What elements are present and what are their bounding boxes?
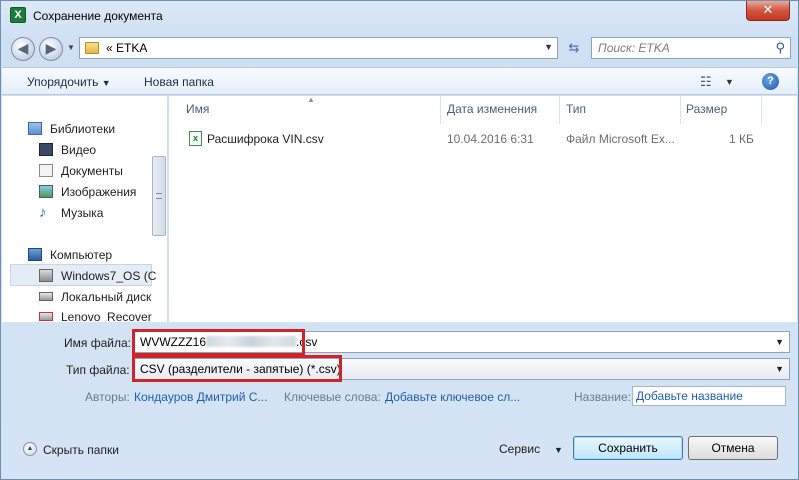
- documents-icon: [39, 164, 53, 177]
- organize-menu[interactable]: Упорядочить ▼: [27, 75, 111, 89]
- help-icon[interactable]: ?: [762, 73, 779, 90]
- save-dialog: X Сохранение документа ✕ ◀ ▶ ▼ « ETKA ▼ …: [0, 0, 799, 480]
- close-button[interactable]: ✕: [746, 1, 790, 21]
- column-header-name[interactable]: Имя: [186, 102, 209, 116]
- nav-label: Документы: [61, 164, 123, 178]
- hide-folders-label: Скрыть папки: [43, 443, 119, 457]
- title-field[interactable]: Добавьте название: [632, 386, 786, 406]
- folder-icon: [85, 42, 99, 54]
- nav-label: Windows7_OS (C: [61, 269, 157, 283]
- forward-button[interactable]: ▶: [39, 37, 63, 61]
- refresh-button[interactable]: ⇆: [562, 37, 586, 59]
- column-divider[interactable]: [680, 96, 681, 124]
- drive-icon: [39, 269, 53, 282]
- scroll-grip-icon: [156, 193, 162, 199]
- chevron-down-icon: ▼: [101, 78, 111, 88]
- authors-field[interactable]: Кондауров Дмитрий С...: [134, 390, 267, 404]
- recent-pages-dropdown[interactable]: ▼: [67, 43, 75, 52]
- column-header-date[interactable]: Дата изменения: [447, 102, 537, 116]
- keywords-field[interactable]: Добавьте ключевое сл...: [385, 390, 520, 404]
- column-header-type[interactable]: Тип: [566, 102, 586, 116]
- title-value: Добавьте название: [636, 389, 743, 403]
- filetype-dropdown-icon[interactable]: ▼: [775, 364, 784, 374]
- search-icon[interactable]: ⚲: [775, 40, 785, 56]
- nav-label: Музыка: [61, 206, 104, 220]
- column-divider[interactable]: [440, 96, 441, 124]
- command-bar: Упорядочить ▼ Новая папка ☷ ▼ ?: [2, 67, 797, 95]
- address-bar[interactable]: « ETKA ▼: [79, 37, 558, 59]
- navigation-pane: Библиотеки Видео Документы Изображения ♪…: [2, 96, 168, 322]
- back-arrow-icon: ◀: [17, 40, 29, 56]
- nav-label: Библиотеки: [50, 122, 116, 136]
- pictures-icon: [39, 185, 53, 198]
- path-segment[interactable]: ETKA: [116, 41, 147, 55]
- nav-item-windows7-os[interactable]: Windows7_OS (C: [10, 264, 156, 286]
- nav-label: Видео: [61, 143, 97, 157]
- file-name[interactable]: Расшифрока VIN.csv: [207, 132, 324, 146]
- sort-ascending-icon: ▲: [307, 95, 315, 104]
- view-options-icon[interactable]: ☷: [700, 74, 712, 90]
- window-title: Сохранение документа: [33, 9, 163, 23]
- nav-label: Изображения: [61, 185, 137, 199]
- view-dropdown-icon[interactable]: ▼: [725, 77, 734, 87]
- nav-label: Компьютер: [50, 248, 113, 262]
- search-input[interactable]: Поиск: ETKA ⚲: [591, 37, 791, 59]
- csv-file-icon: x: [189, 131, 202, 146]
- column-divider[interactable]: [761, 96, 762, 124]
- drive-icon: [39, 312, 53, 321]
- cancel-button[interactable]: Отмена: [688, 436, 778, 460]
- save-button[interactable]: Сохранить: [573, 436, 683, 460]
- search-placeholder: Поиск: ETKA: [598, 41, 670, 55]
- filename-highlight-box: [132, 329, 305, 356]
- nav-label: Локальный диск: [61, 290, 152, 304]
- filename-label: Имя файла:: [64, 336, 131, 350]
- authors-label: Авторы:: [85, 390, 130, 404]
- back-button[interactable]: ◀: [11, 37, 35, 61]
- filetype-label: Тип файла:: [66, 363, 130, 377]
- computer-icon: [28, 248, 42, 261]
- title-label: Название:: [574, 390, 631, 404]
- organize-label: Упорядочить: [27, 75, 99, 89]
- column-divider[interactable]: [559, 96, 560, 124]
- new-folder-button[interactable]: Новая папка: [144, 75, 214, 89]
- forward-arrow-icon: ▶: [45, 40, 57, 56]
- refresh-icon: ⇆: [568, 40, 580, 55]
- file-type: Файл Microsoft Ex...: [566, 132, 675, 146]
- tools-menu[interactable]: Сервис: [499, 442, 540, 456]
- save-options-panel: Имя файла: WVWZZZ16 .csv ▼ Тип файла: CSV…: [2, 323, 797, 479]
- column-header-size[interactable]: Размер: [686, 102, 727, 116]
- nav-scrollbar-thumb[interactable]: [152, 156, 166, 236]
- libraries-icon: [28, 122, 42, 135]
- file-date: 10.04.2016 6:31: [447, 132, 534, 146]
- file-list: Имя ▲ Дата изменения Тип Размер x Расшиф…: [169, 95, 797, 322]
- path-overflow-chevron[interactable]: «: [106, 41, 113, 55]
- keywords-label: Ключевые слова:: [284, 390, 381, 404]
- video-icon: [39, 143, 53, 156]
- file-size: 1 КБ: [729, 132, 754, 146]
- excel-icon: X: [10, 7, 26, 23]
- nav-label: Lenovo_Recover: [61, 310, 152, 322]
- address-dropdown-icon[interactable]: ▼: [544, 42, 553, 52]
- drive-icon: [39, 292, 53, 301]
- filetype-highlight-box: [132, 355, 342, 382]
- collapse-icon: ▲: [23, 442, 37, 456]
- filename-dropdown-icon[interactable]: ▼: [775, 337, 784, 347]
- music-icon: ♪: [39, 204, 47, 221]
- title-bar: X Сохранение документа ✕: [1, 1, 798, 31]
- tools-dropdown-icon[interactable]: ▼: [554, 445, 563, 455]
